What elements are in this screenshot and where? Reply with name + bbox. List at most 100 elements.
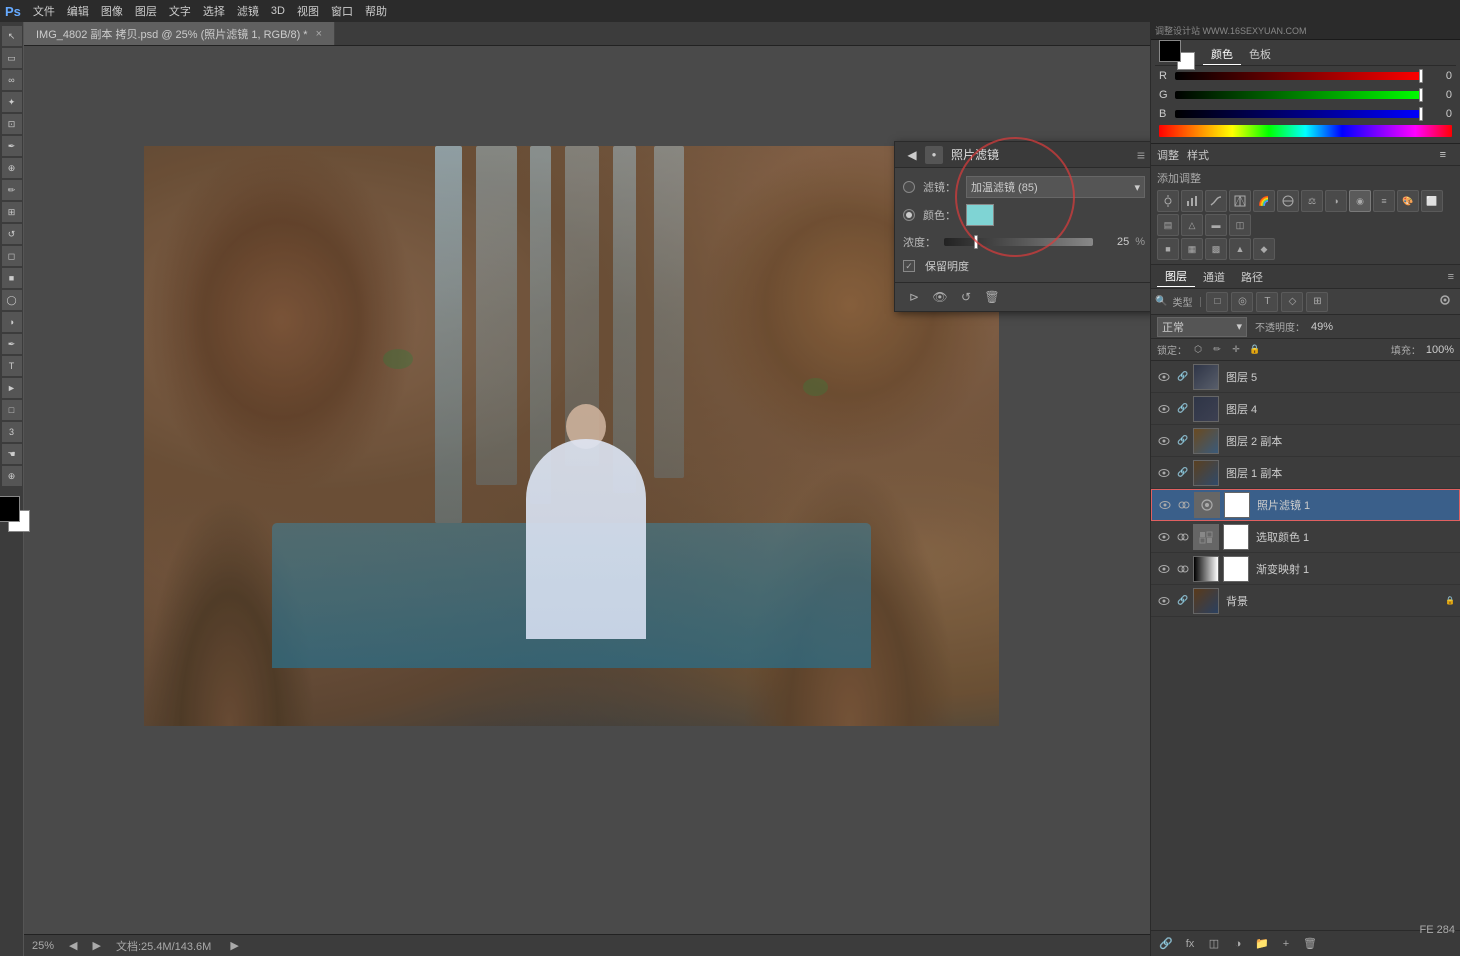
adj-tab-adjustments[interactable]: 调整 bbox=[1157, 147, 1179, 163]
menu-window[interactable]: 窗口 bbox=[331, 3, 353, 19]
nav-prev[interactable]: ◀ bbox=[69, 939, 77, 952]
layer-visibility-btn[interactable] bbox=[1155, 465, 1173, 481]
density-slider-track[interactable] bbox=[944, 238, 1093, 246]
layer-mask-thumbnail[interactable] bbox=[1223, 556, 1249, 582]
menu-view[interactable]: 视图 bbox=[297, 3, 319, 19]
layer-adj-btn[interactable]: ◑ bbox=[1227, 934, 1249, 954]
color-swatch-teal[interactable] bbox=[966, 204, 994, 226]
menu-file[interactable]: 文件 bbox=[33, 3, 55, 19]
tool-crop[interactable]: ⊡ bbox=[2, 114, 22, 134]
layer-item[interactable]: 🔗 图层 5 bbox=[1151, 361, 1460, 393]
green-slider-thumb[interactable] bbox=[1419, 88, 1423, 102]
tool-eyedropper[interactable]: ✒ bbox=[2, 136, 22, 156]
prop-previous-btn[interactable]: ⊳ bbox=[903, 287, 925, 307]
adj-curves-icon[interactable] bbox=[1205, 190, 1227, 212]
fg-color-swatch[interactable] bbox=[1159, 40, 1181, 62]
layer-item[interactable]: 🔗 图层 1 副本 bbox=[1151, 457, 1460, 489]
menu-help[interactable]: 帮助 bbox=[365, 3, 387, 19]
layer-visibility-btn[interactable] bbox=[1155, 401, 1173, 417]
adj-vibrance-icon[interactable]: 🌈 bbox=[1253, 190, 1275, 212]
layer-group-btn[interactable]: 📁 bbox=[1251, 934, 1273, 954]
menu-select[interactable]: 选择 bbox=[203, 3, 225, 19]
tool-eraser[interactable]: ◻ bbox=[2, 246, 22, 266]
adj-bw-icon[interactable]: ◑ bbox=[1325, 190, 1347, 212]
blue-slider-thumb[interactable] bbox=[1419, 107, 1423, 121]
layer-filter-text[interactable]: T bbox=[1256, 292, 1278, 312]
tool-stamp[interactable]: ⊞ bbox=[2, 202, 22, 222]
filter-radio-btn[interactable] bbox=[903, 181, 915, 193]
layer-filter-smart[interactable]: ⊞ bbox=[1306, 292, 1328, 312]
layer-visibility-btn[interactable] bbox=[1155, 593, 1173, 609]
blue-slider-track[interactable] bbox=[1175, 110, 1423, 118]
layer-style-btn[interactable]: fx bbox=[1179, 934, 1201, 954]
tool-brush[interactable]: ✏ bbox=[2, 180, 22, 200]
adj-extra2-icon[interactable]: ◆ bbox=[1253, 238, 1275, 260]
adj-posterize-icon[interactable]: ▤ bbox=[1157, 214, 1179, 236]
adj-gradientmap-icon[interactable]: ▬ bbox=[1205, 214, 1227, 236]
tool-pen[interactable]: ✒ bbox=[2, 334, 22, 354]
tool-gradient[interactable]: ■ bbox=[2, 268, 22, 288]
prop-reset-btn[interactable]: ↺ bbox=[955, 287, 977, 307]
tool-history-brush[interactable]: ↺ bbox=[2, 224, 22, 244]
layer-filter-shape[interactable]: ◇ bbox=[1281, 292, 1303, 312]
tab-channels[interactable]: 通道 bbox=[1195, 267, 1233, 287]
tool-text[interactable]: T bbox=[2, 356, 22, 376]
tool-move[interactable]: ↖ bbox=[2, 26, 22, 46]
foreground-color[interactable] bbox=[0, 496, 20, 522]
menu-filter[interactable]: 滤镜 bbox=[237, 3, 259, 19]
layer-item-background[interactable]: 🔗 背景 🔒 bbox=[1151, 585, 1460, 617]
prop-eye-btn[interactable]: 👁 bbox=[929, 287, 951, 307]
layer-item[interactable]: 🔗 图层 2 副本 bbox=[1151, 425, 1460, 457]
tool-zoom[interactable]: ⊕ bbox=[2, 466, 22, 486]
tab-color[interactable]: 颜色 bbox=[1203, 44, 1241, 65]
tab-paths[interactable]: 路径 bbox=[1233, 267, 1271, 287]
layer-item[interactable]: 渐变映射 1 bbox=[1151, 553, 1460, 585]
adj-pattern-fill-icon[interactable]: ▩ bbox=[1205, 238, 1227, 260]
tool-hand[interactable]: ☚ bbox=[2, 444, 22, 464]
tab-close-button[interactable]: × bbox=[316, 28, 322, 40]
menu-image[interactable]: 图像 bbox=[101, 3, 123, 19]
lock-position-btn[interactable]: ✛ bbox=[1228, 342, 1244, 358]
layer-visibility-btn[interactable] bbox=[1156, 497, 1174, 513]
blend-mode-dropdown[interactable]: 正常 ▾ bbox=[1157, 317, 1247, 337]
layers-panel-menu[interactable]: ≡ bbox=[1448, 271, 1454, 283]
layer-filter-adjustment[interactable]: ◎ bbox=[1231, 292, 1253, 312]
tool-magic-wand[interactable]: ✦ bbox=[2, 92, 22, 112]
adj-photofilter-icon[interactable]: ◉ bbox=[1349, 190, 1371, 212]
adj-threshold-icon[interactable]: △ bbox=[1181, 214, 1203, 236]
preserve-checkbox[interactable] bbox=[903, 260, 915, 272]
layer-visibility-btn[interactable] bbox=[1155, 433, 1173, 449]
tool-dodge[interactable]: ◑ bbox=[2, 312, 22, 332]
layer-visibility-btn[interactable] bbox=[1155, 369, 1173, 385]
layer-mask-thumbnail[interactable] bbox=[1223, 524, 1249, 550]
properties-toggle-icon[interactable]: ● bbox=[925, 146, 943, 164]
menu-text[interactable]: 文字 bbox=[169, 3, 191, 19]
layers-toggle-visibility[interactable] bbox=[1434, 292, 1456, 311]
ps-icon[interactable]: Ps bbox=[5, 4, 21, 19]
density-slider-thumb[interactable] bbox=[974, 235, 978, 249]
adj-colorbalance-icon[interactable]: ⚖ bbox=[1301, 190, 1323, 212]
layer-visibility-btn[interactable] bbox=[1155, 561, 1173, 577]
adj-colorlookup-icon[interactable]: 🎨 bbox=[1397, 190, 1419, 212]
layer-delete-btn[interactable]: 🗑 bbox=[1299, 934, 1321, 954]
layer-mask-thumbnail[interactable] bbox=[1224, 492, 1250, 518]
adj-panel-menu[interactable]: ≡ bbox=[1440, 149, 1446, 161]
red-slider-thumb[interactable] bbox=[1419, 69, 1423, 83]
menu-layer[interactable]: 图层 bbox=[135, 3, 157, 19]
color-radio-btn[interactable] bbox=[903, 209, 915, 221]
tool-blur[interactable]: ◯ bbox=[2, 290, 22, 310]
lock-transparent-btn[interactable]: ⬡ bbox=[1190, 342, 1206, 358]
nav-next[interactable]: ▶ bbox=[93, 939, 101, 952]
menu-edit[interactable]: 编辑 bbox=[67, 3, 89, 19]
properties-back-icon[interactable]: ◀ bbox=[903, 146, 921, 164]
adj-solid-fill-icon[interactable]: ■ bbox=[1157, 238, 1179, 260]
adj-hue-icon[interactable] bbox=[1277, 190, 1299, 212]
layer-item[interactable]: 🔗 图层 4 bbox=[1151, 393, 1460, 425]
layer-filter-pixel[interactable]: □ bbox=[1206, 292, 1228, 312]
adj-channelmix-icon[interactable]: ≡ bbox=[1373, 190, 1395, 212]
layer-visibility-btn[interactable] bbox=[1155, 529, 1173, 545]
tool-select-rect[interactable]: ▭ bbox=[2, 48, 22, 68]
adj-exposure-icon[interactable] bbox=[1229, 190, 1251, 212]
tool-lasso[interactable]: ∞ bbox=[2, 70, 22, 90]
adj-brightness-icon[interactable] bbox=[1157, 190, 1179, 212]
